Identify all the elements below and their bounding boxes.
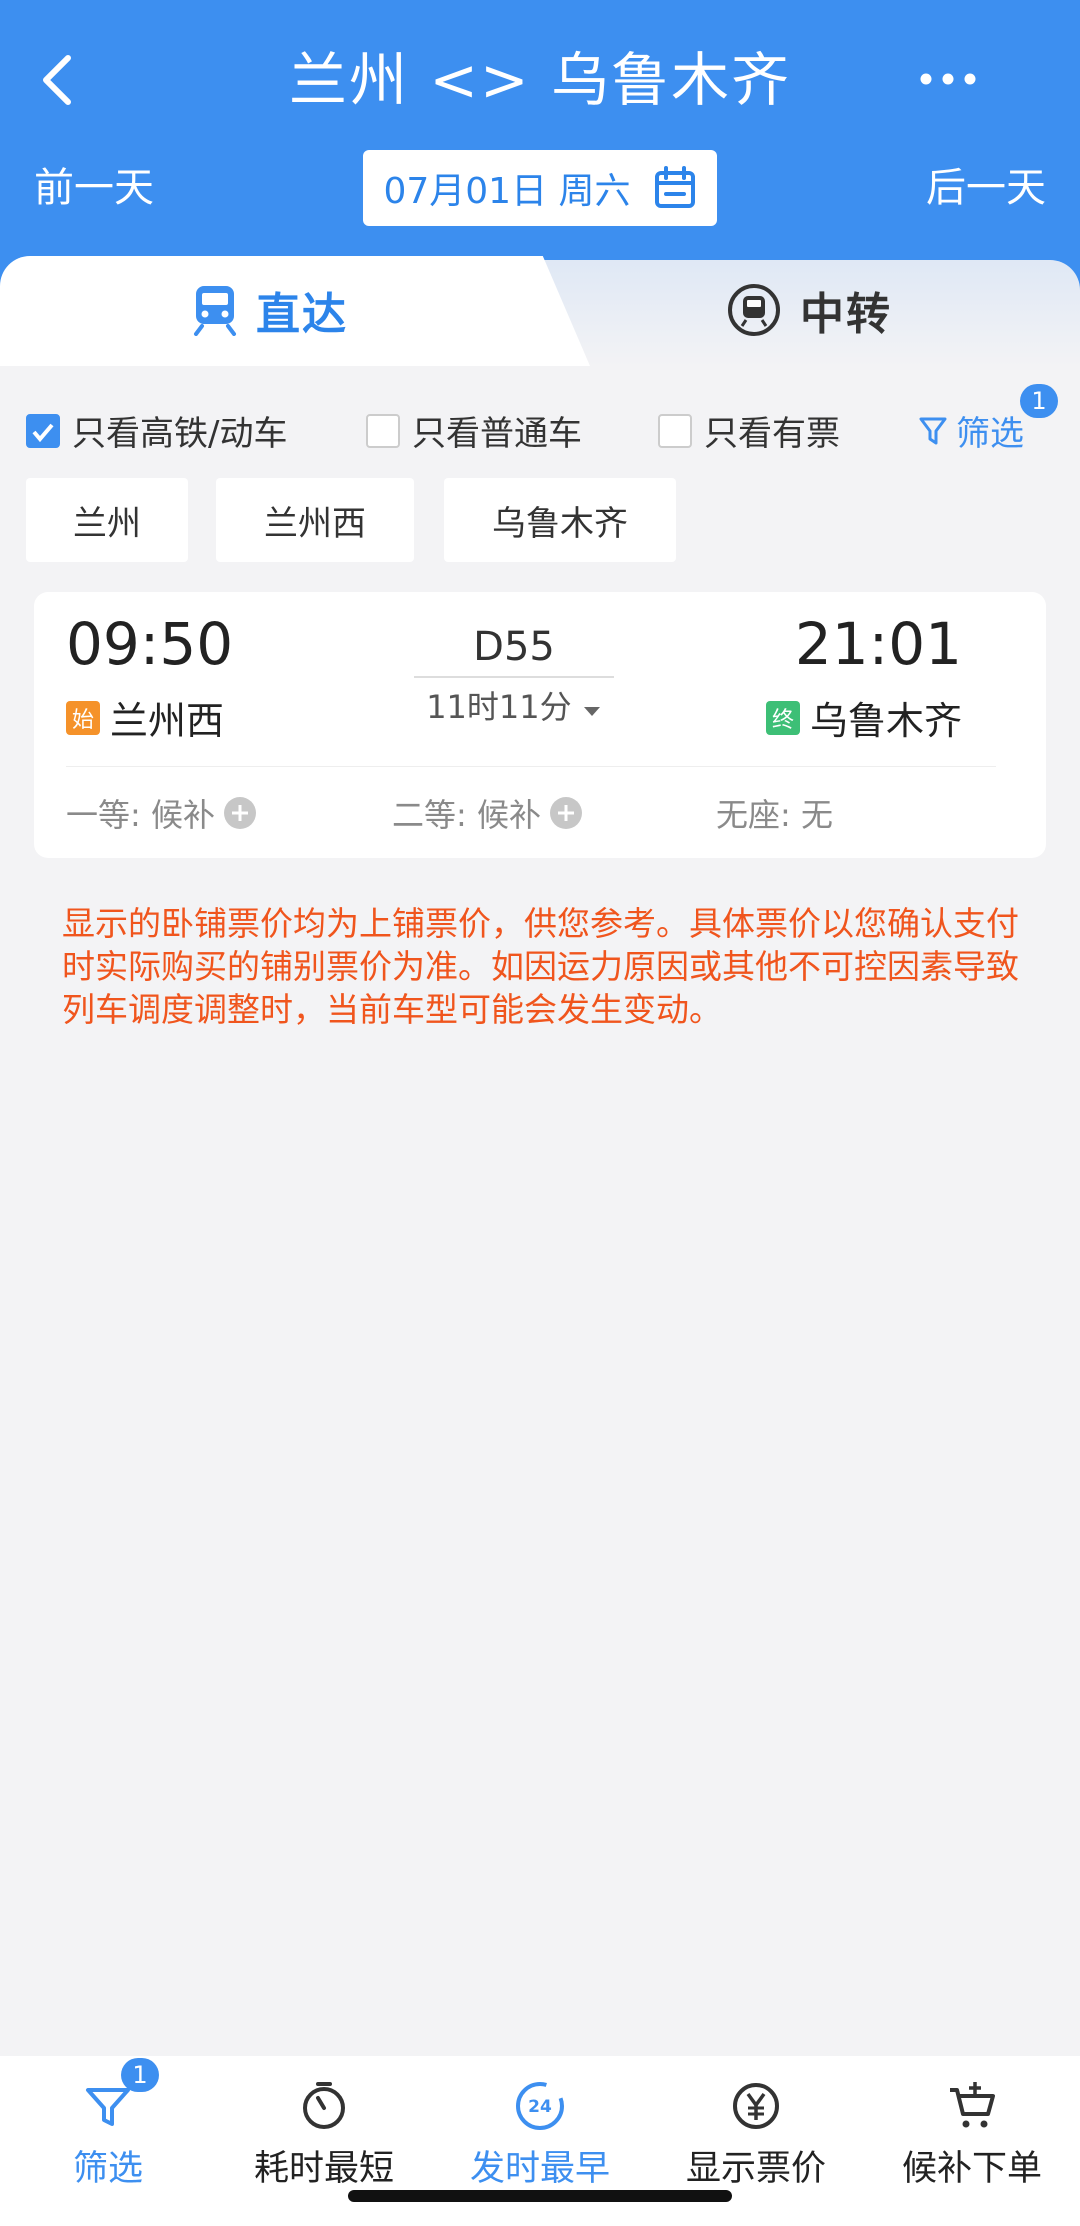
end-station-badge: 终 (765, 700, 800, 735)
seat-first-class[interactable]: 一等: 候补 (66, 790, 257, 836)
seat-no-seat-label: 无座: 无 (716, 796, 833, 834)
filter-funnel-icon (919, 417, 947, 444)
checkbox-high-speed[interactable]: 只看高铁/动车 (26, 406, 287, 455)
sort-earliest-button[interactable]: 24 发时最早 (440, 2078, 640, 2191)
filter-count-badge: 1 (1020, 384, 1058, 418)
checkbox-high-speed-label: 只看高铁/动车 (72, 414, 288, 454)
arrival-time: 21:01 (794, 610, 962, 678)
checkbox-unchecked-icon (366, 413, 400, 448)
checkbox-available-label: 只看有票 (704, 414, 840, 454)
train-result-card[interactable]: 09:50 21:01 始 兰州西 终 乌鲁木齐 D55 11时11分 一等: … (34, 592, 1046, 858)
waitlist-order-button[interactable]: 候补下单 (872, 2078, 1072, 2191)
show-price-label: 显示票价 (685, 2149, 826, 2189)
tab-transfer[interactable]: 中转 (726, 278, 892, 342)
checkbox-available[interactable]: 只看有票 (658, 406, 840, 455)
travel-duration-text: 11时11分 (426, 688, 572, 726)
transfer-train-icon (728, 284, 780, 336)
sort-shortest-button[interactable]: 耗时最短 (224, 2078, 424, 2191)
card-divider (66, 766, 996, 767)
clock-24-text: 24 (528, 2097, 552, 2117)
filter-button-label: 筛选 (956, 414, 1024, 454)
timer-icon (303, 2082, 345, 2129)
seat-first-class-label: 一等: 候补 (66, 796, 215, 834)
train-number: D55 (473, 624, 555, 670)
bottom-filter-label: 筛选 (72, 2149, 143, 2189)
header-bar: 兰州 <> 乌鲁木齐 前一天 07月01日 周六 后一天 (0, 0, 1080, 300)
previous-day-button[interactable]: 前一天 (34, 160, 154, 216)
calendar-icon (654, 166, 695, 208)
checkbox-regular[interactable]: 只看普通车 (366, 406, 582, 455)
yuan-icon (733, 2083, 779, 2129)
bottom-filter-badge: 1 (121, 2058, 159, 2092)
arrival-station: 乌鲁木齐 (809, 699, 962, 743)
seat-no-seat: 无座: 无 (716, 790, 833, 836)
travel-duration[interactable]: 11时11分 (414, 682, 614, 728)
checkbox-unchecked-icon (658, 413, 692, 448)
clock-24-icon: 24 (516, 2082, 564, 2130)
sort-shortest-label: 耗时最短 (253, 2149, 394, 2189)
add-waitlist-icon (549, 797, 582, 829)
checkbox-checked-icon (26, 413, 60, 448)
sort-earliest-label: 发时最早 (469, 2149, 610, 2189)
date-text: 07月01日 周六 (383, 171, 631, 212)
seat-second-class-label: 二等: 候补 (392, 796, 541, 834)
caret-down-icon (583, 707, 600, 716)
bottom-filter-button[interactable]: 筛选 (8, 2078, 208, 2191)
filter-checkbox-row: 只看高铁/动车 只看普通车 只看有票 筛选 (0, 366, 1080, 486)
tab-direct-label: 直达 (256, 289, 348, 340)
date-picker[interactable]: 07月01日 周六 (363, 150, 717, 226)
train-icon (194, 286, 236, 336)
price-notice-text: 显示的卧铺票价均为上铺票价，供您参考。具体票价以您确认支付时实际购买的铺别票价为… (62, 904, 1019, 1029)
station-chip[interactable]: 乌鲁木齐 (444, 478, 676, 562)
departure-station: 兰州西 (110, 699, 225, 743)
show-price-button[interactable]: 显示票价 (656, 2078, 856, 2191)
route-type-tabs: 直达 中转 (0, 256, 1080, 366)
train-route-line (414, 676, 614, 678)
next-day-button[interactable]: 后一天 (926, 160, 1046, 216)
start-station-badge: 始 (66, 700, 100, 735)
departure-time: 09:50 (66, 610, 234, 678)
filter-button[interactable]: 筛选 (918, 406, 1024, 455)
waitlist-order-label: 候补下单 (901, 2149, 1042, 2189)
cart-plus-icon (950, 2082, 995, 2128)
station-chip[interactable]: 兰州西 (216, 478, 414, 562)
more-options-icon[interactable] (916, 64, 980, 94)
add-waitlist-icon (223, 797, 256, 829)
tab-transfer-label: 中转 (800, 289, 892, 340)
seat-second-class[interactable]: 二等: 候补 (392, 790, 583, 836)
checkbox-regular-label: 只看普通车 (412, 414, 582, 454)
station-chip[interactable]: 兰州 (26, 478, 188, 562)
home-indicator (348, 2190, 732, 2202)
